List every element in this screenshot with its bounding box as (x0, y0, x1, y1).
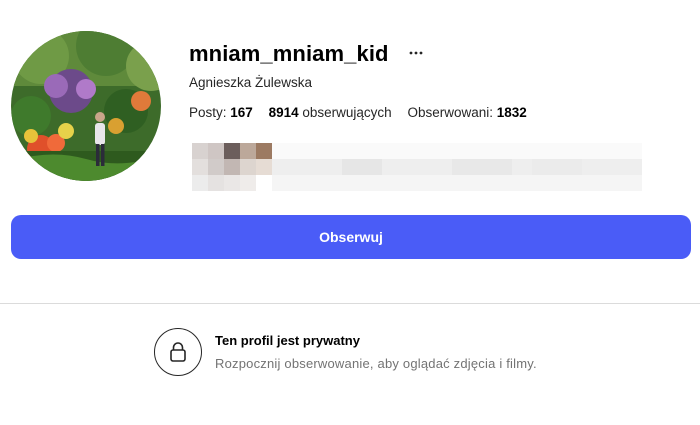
profile-page: mniam_mniam_kid Agnieszka Żulewska Posty… (0, 0, 700, 425)
profile-avatar[interactable] (11, 31, 161, 181)
followers-count[interactable]: 8914 obserwujących (269, 105, 392, 120)
profile-stats: Posty: 167 8914 obserwujących Obserwowan… (189, 105, 539, 120)
blurred-bio (192, 143, 642, 193)
posts-value: 167 (230, 105, 253, 120)
following-label: Obserwowani: (407, 105, 493, 120)
profile-photo (11, 31, 161, 181)
private-profile-subtitle: Rozpocznij obserwowanie, aby oglądać zdj… (215, 356, 537, 371)
posts-count[interactable]: Posty: 167 (189, 105, 253, 120)
followers-label: obserwujących (302, 105, 392, 120)
followers-value: 8914 (268, 105, 299, 120)
private-lock-badge (154, 328, 202, 376)
private-profile-title: Ten profil jest prywatny (215, 333, 360, 348)
profile-username: mniam_mniam_kid (189, 41, 389, 66)
profile-full-name: Agnieszka Żulewska (189, 75, 313, 90)
lock-icon (170, 342, 186, 362)
posts-label: Posty: (189, 105, 227, 120)
section-divider (0, 303, 700, 304)
ellipsis-icon[interactable] (407, 44, 425, 62)
following-value: 1832 (496, 105, 527, 120)
follow-button[interactable]: Obserwuj (11, 215, 691, 259)
following-count[interactable]: Obserwowani: 1832 (407, 105, 526, 120)
